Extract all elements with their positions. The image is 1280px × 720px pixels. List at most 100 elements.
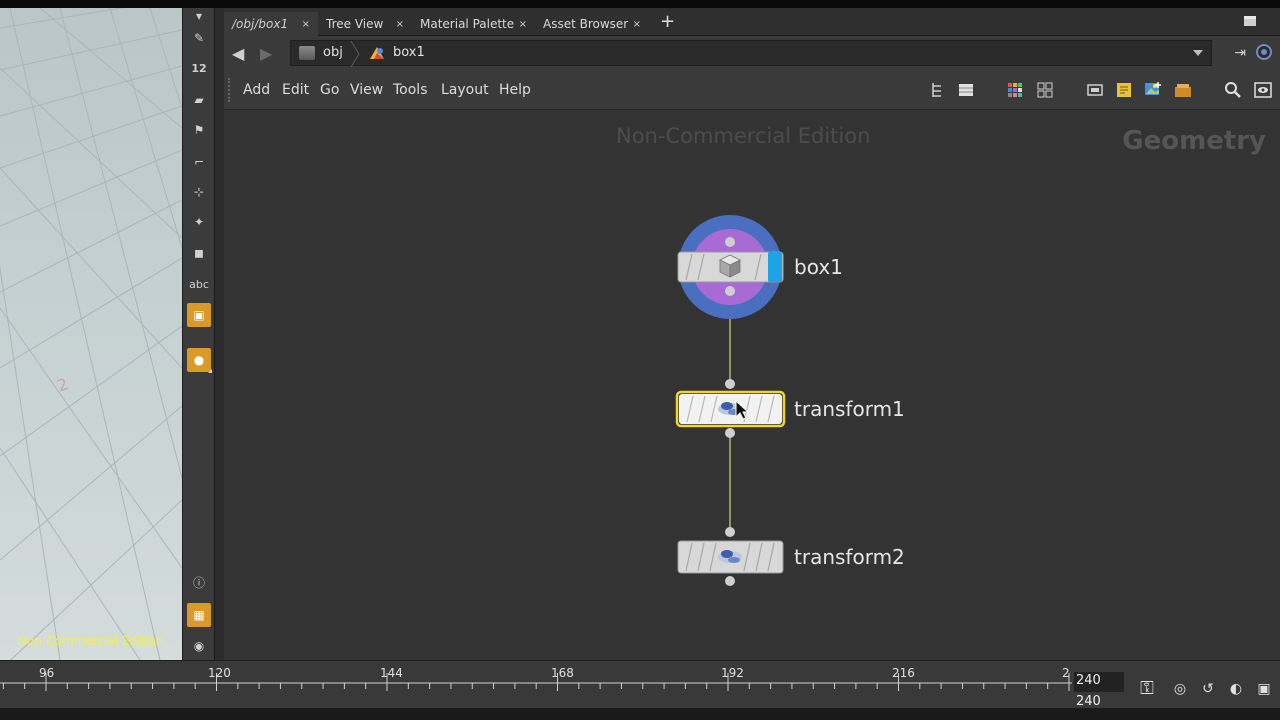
tab-material-palette[interactable]: Material Palette × (412, 12, 535, 36)
tab-label: Tree View (326, 17, 384, 31)
tab-asset-browser[interactable]: Asset Browser × (535, 12, 649, 36)
add-tab-button[interactable]: + (660, 11, 675, 32)
menu-edit[interactable]: Edit (282, 82, 309, 98)
eye-icon[interactable]: ◉ (187, 634, 211, 658)
menu-help[interactable]: Help (499, 82, 531, 98)
node-graph (675, 215, 786, 586)
bundle-icon[interactable] (1174, 81, 1192, 99)
box-geometry-icon (719, 254, 741, 278)
timeline-tick-label: 96 (39, 666, 55, 680)
tree-layout-icon[interactable] (928, 81, 946, 99)
menu-go[interactable]: Go (320, 82, 339, 98)
pane-splitter[interactable] (214, 8, 224, 660)
color-palette-icon[interactable] (1006, 81, 1024, 99)
close-icon[interactable]: × (396, 19, 404, 30)
display-options-icon[interactable] (1254, 81, 1272, 99)
text-tool-icon[interactable]: abc (187, 272, 211, 296)
pen-icon[interactable]: ✎ (187, 26, 211, 50)
menu-add[interactable]: Add (243, 82, 270, 98)
back-arrow-icon[interactable]: ◀ (232, 44, 244, 63)
timeline-tick-label: 144 (380, 666, 403, 680)
close-icon[interactable]: × (302, 19, 310, 30)
input-connector[interactable] (725, 527, 735, 537)
menu-layout[interactable]: Layout (441, 82, 489, 98)
menu-view[interactable]: View (350, 82, 383, 98)
forward-arrow-icon[interactable]: ▶ (260, 44, 272, 63)
timeline-tick-label: 2 (1062, 666, 1070, 680)
breadcrumb-label: box1 (393, 45, 425, 60)
breadcrumb-label: obj (323, 45, 343, 60)
select-icon[interactable]: ▾ (187, 4, 211, 28)
output-connector[interactable] (725, 576, 735, 586)
range-end-value[interactable]: 240 (1076, 694, 1101, 709)
link-icon[interactable] (1256, 44, 1272, 60)
network-box-icon[interactable] (1086, 81, 1104, 99)
list-view-icon[interactable] (957, 81, 975, 99)
timeline-tick-label: 120 (208, 666, 231, 680)
viewport-toolbar: ▾ ✎ 12 ▰ ⚑ ⌐ ⊹ ✦ ◼ abc ▣ ● ⓘ ▦ ◉ (182, 8, 214, 660)
tab-tree-view[interactable]: Tree View × (318, 12, 412, 36)
snap-points-icon[interactable]: ⚑ (187, 118, 211, 142)
chevron-down-icon[interactable] (1193, 50, 1203, 56)
breadcrumb-separator (350, 41, 360, 67)
timeline-tick-label: 192 (721, 666, 744, 680)
close-icon[interactable]: × (633, 19, 641, 30)
bottom-strip (0, 708, 1280, 720)
menu-tools[interactable]: Tools (393, 82, 428, 98)
global-animation-options-icon[interactable]: ▣ (1254, 679, 1274, 699)
tab-label: Asset Browser (543, 17, 629, 31)
snap-grid-icon[interactable]: 12 (187, 56, 211, 80)
sticky-note-icon[interactable] (1115, 81, 1133, 99)
node-label-transform1[interactable]: transform1 (794, 397, 905, 421)
handles-icon[interactable]: ⊹ (187, 180, 211, 204)
output-connector[interactable] (725, 428, 735, 438)
geometry-node-icon (370, 46, 384, 59)
shape-palette-icon[interactable] (1036, 81, 1054, 99)
realtime-toggle-icon[interactable]: ◎ (1170, 679, 1190, 699)
playbar-timeline[interactable]: 96 120 144 168 192 216 2 (0, 660, 1072, 708)
output-connector[interactable] (725, 286, 735, 296)
input-connector[interactable] (725, 379, 735, 389)
search-icon[interactable] (1224, 81, 1242, 99)
node-transform1[interactable] (675, 379, 786, 438)
viewport-layout-icon[interactable]: ▦ (187, 603, 211, 627)
timeline-tick-label: 168 (551, 666, 574, 680)
pane-tab-bar: /obj/box1 × Tree View × Material Palette… (224, 8, 1280, 36)
viewport-grid: 2 (0, 8, 182, 660)
input-connector[interactable] (725, 237, 735, 247)
toolbar-handle[interactable] (228, 78, 232, 102)
loop-icon[interactable]: ↺ (1198, 679, 1218, 699)
node-box1[interactable] (677, 215, 784, 319)
display-flag[interactable] (768, 252, 782, 282)
stop-icon[interactable]: ◼ (187, 241, 211, 265)
scene-viewport[interactable]: 2 Non-Commercial Edition (0, 8, 182, 660)
houdini-window: 2 Non-Commercial Edition ▾ ✎ 12 ▰ ⚑ ⌐ ⊹ … (0, 0, 1280, 720)
breadcrumb-box1[interactable]: box1 (369, 45, 425, 60)
pin-icon[interactable]: ⇥ (1234, 45, 1246, 61)
network-path-field[interactable]: obj box1 (290, 40, 1212, 67)
network-menu-bar: Add Edit Go View Tools Layout Help (224, 70, 1280, 110)
location-pin-icon[interactable]: ● (187, 348, 212, 373)
background-image-icon[interactable] (1144, 81, 1162, 99)
end-frame-value[interactable]: 240 (1076, 673, 1101, 688)
network-editor[interactable]: Non-Commercial Edition Geometry box1 tra… (224, 110, 1280, 660)
tab-label: Material Palette (420, 17, 515, 31)
timeline-tick-label: 216 (892, 666, 915, 680)
construction-plane-icon[interactable]: ⌐ (187, 150, 211, 174)
paint-brush-icon[interactable]: ▰ (187, 88, 211, 112)
close-icon[interactable]: × (519, 19, 527, 30)
breadcrumb-obj[interactable]: obj (299, 45, 343, 60)
pane-menu-icon[interactable] (1244, 16, 1256, 26)
keyframe-key-icon[interactable]: ⚿ (1134, 675, 1160, 701)
info-icon[interactable]: ⓘ (187, 570, 211, 594)
node-transform2[interactable] (677, 527, 784, 586)
node-label-box1[interactable]: box1 (794, 255, 843, 279)
background-image-icon[interactable]: ▣ (187, 303, 211, 327)
viewport-watermark: Non-Commercial Edition (18, 634, 164, 648)
node-label-transform2[interactable]: transform2 (794, 545, 905, 569)
audio-icon[interactable]: ◐ (1226, 679, 1246, 699)
tab-network-path[interactable]: /obj/box1 × (224, 12, 318, 36)
object-network-icon (299, 45, 315, 60)
path-bar: ◀ ▶ obj box1 ⇥ (224, 36, 1280, 70)
pivot-icon[interactable]: ✦ (187, 210, 211, 234)
